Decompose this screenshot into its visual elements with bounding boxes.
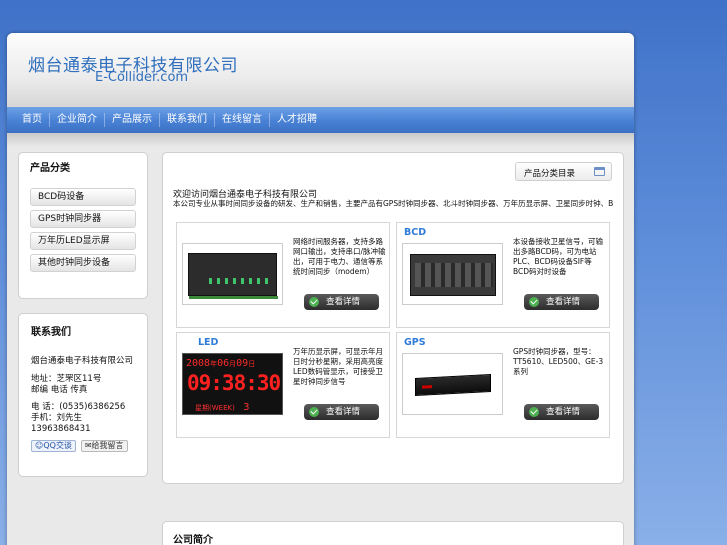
main-content-panel: 产品分类目录 欢迎访问烟台通泰电子科技有限公司 本公司专业从事时间同步设备的研发… [162,152,624,484]
view-details-button[interactable]: 查看详情 [304,404,379,420]
product-description: 万年历显示屏，可显示年月日时分秒星期，采用高亮度LED数码管显示，可接受卫星时钟… [293,347,383,386]
site-header: 烟台通泰电子科技有限公司 E-Collider.com [7,33,634,107]
message-icon: ✉ [84,441,92,450]
main-nav: 首页 企业简介 产品展示 联系我们 在线留言 人才招聘 [7,107,634,133]
leave-message-button[interactable]: ✉给我留言 [80,440,128,452]
contact-panel: 联系我们 烟台通泰电子科技有限公司 地址：芝罘区11号 邮编 电话 传真 电 话… [18,313,148,477]
product-card[interactable]: 网络时间服务器，支持多路网口输出，支持串口/脉冲输出，可用于电力、通信等系统时间… [176,222,390,328]
nav-products[interactable]: 产品展示 [105,113,160,127]
contact-misc: 邮编 电话 传真 [31,385,88,395]
product-image-bcd-device[interactable] [402,243,503,305]
product-description: GPS时钟同步器，型号：TT5610、LED500、GE-3系列 [513,347,604,376]
site-frame: 烟台通泰电子科技有限公司 E-Collider.com 首页 企业简介 产品展示… [7,33,634,545]
intro-text: 本公司专业从事时间同步设备的研发、生产和销售，主要产品有GPS时钟同步器、北斗时… [173,199,613,208]
category-other[interactable]: 其他时钟同步设备 [30,254,136,272]
product-tag: BCD [404,227,427,238]
clock-weekday-row: 星期(WEEK) 3 [195,402,249,413]
clock-weekday-label: 星期(WEEK) [195,404,235,412]
nav-message[interactable]: 在线留言 [215,113,270,127]
view-details-label: 查看详情 [326,297,361,307]
check-icon [309,297,319,307]
nav-jobs[interactable]: 人才招聘 [270,113,324,127]
view-details-label: 查看详情 [326,407,361,417]
contact-title: 联系我们 [31,327,71,338]
device-green-strip [189,296,278,299]
view-details-button[interactable]: 查看详情 [524,404,599,420]
device-chassis [188,253,278,299]
qq-chat-button[interactable]: ☺QQ交谈 [31,440,76,452]
contact-company: 烟台通泰电子科技有限公司 [31,356,134,366]
company-name-en[interactable]: E-Collider.com [95,70,188,85]
product-image-led-clock[interactable]: 2008年06月09日 09:38:30 星期(WEEK) 3 [182,353,283,415]
product-tag: LED [198,337,219,348]
check-icon [529,297,539,307]
view-details-button[interactable]: 查看详情 [304,294,379,310]
product-card[interactable]: LED 2008年06月09日 09:38:30 星期(WEEK) 3 万年历显… [176,332,390,438]
product-description: 网络时间服务器，支持多路网口输出，支持串口/脉冲输出，可用于电力、通信等系统时间… [293,237,386,276]
nav-shadow [7,133,634,147]
product-image-gps-rack[interactable] [402,353,503,415]
product-description: 本设备接收卫星信号，可输出多路BCD码，可为电站PLC、BCD码设备SIF等BC… [513,237,603,276]
clock-time: 09:38:30 [187,371,281,395]
company-intro-panel: 公司简介 [162,521,624,545]
clock-year: 2008 [186,358,211,369]
nav-contact[interactable]: 联系我们 [160,113,215,127]
clock-day: 09 [236,358,249,369]
product-card[interactable]: BCD 本设备接收卫星信号，可输出多路BCD码，可为电站PLC、BCD码设备SI… [396,222,610,328]
check-icon [529,407,539,417]
contact-phone: 电 话：(0535)6386256 [31,402,126,412]
device-led-row [209,278,269,284]
clock-date-row: 2008年06月09日 [186,358,281,369]
product-category-title: 产品分类 [30,163,70,174]
clock-month: 06 [217,358,230,369]
rack-unit [415,374,491,396]
view-details-label: 查看详情 [546,407,581,417]
category-gps[interactable]: GPS时钟同步器 [30,210,136,228]
category-dropdown[interactable]: 产品分类目录 [515,162,612,181]
view-details-label: 查看详情 [546,297,581,307]
window-icon [594,167,605,176]
clock-day-unit: 日 [248,360,256,368]
category-dropdown-label: 产品分类目录 [524,169,576,179]
leave-message-label: 给我留言 [91,441,124,450]
check-icon [309,407,319,417]
clock-weekday: 3 [243,402,250,413]
nav-home[interactable]: 首页 [15,113,50,127]
company-intro-title: 公司简介 [173,535,213,545]
rack-display [422,385,432,389]
qq-chat-label: QQ交谈 [43,441,72,450]
product-card[interactable]: GPS GPS时钟同步器，型号：TT5610、LED500、GE-3系列 查看详… [396,332,610,438]
category-led[interactable]: 万年历LED显示屏 [30,232,136,250]
device-chassis [410,254,496,296]
contact-address: 地址：芝罘区11号 [31,374,102,384]
product-image-network-server[interactable] [182,243,283,305]
nav-about[interactable]: 企业简介 [50,113,105,127]
device-led-row [415,263,493,287]
view-details-button[interactable]: 查看详情 [524,294,599,310]
product-tag: GPS [404,337,426,348]
category-bcd[interactable]: BCD码设备 [30,188,136,206]
contact-mobile: 手机：刘先生13963868431 [31,413,91,434]
product-category-panel: 产品分类 BCD码设备 GPS时钟同步器 万年历LED显示屏 其他时钟同步设备 [18,152,148,299]
